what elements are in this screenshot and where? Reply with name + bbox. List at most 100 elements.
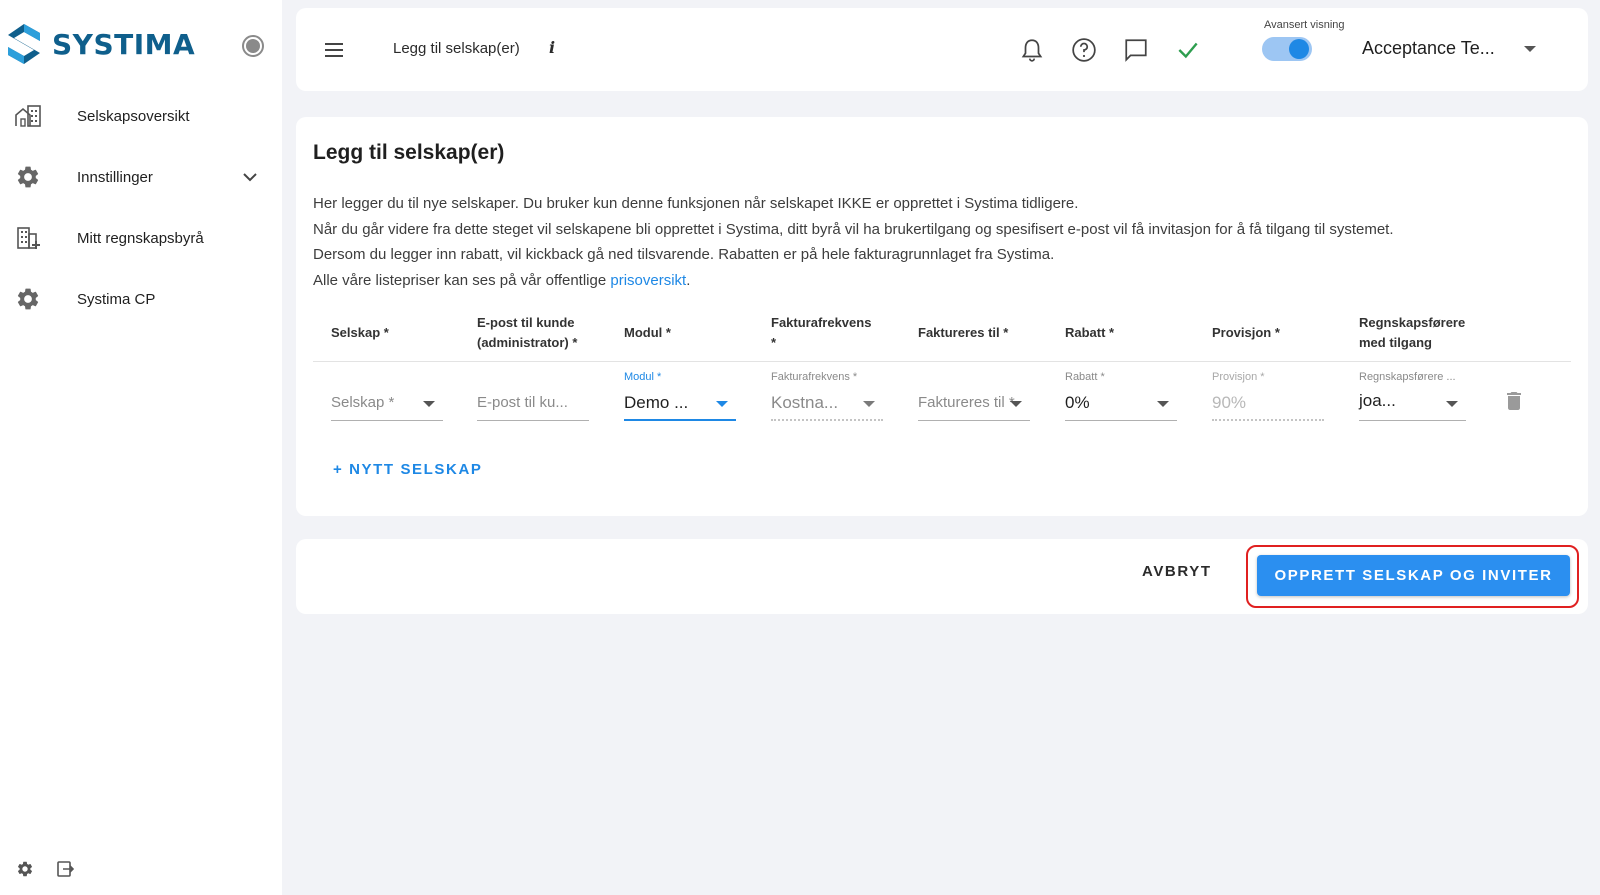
field-label: Modul * xyxy=(624,371,662,383)
field-value: Demo ... xyxy=(624,393,689,412)
selskap-select[interactable]: Selskap * xyxy=(331,371,443,421)
column-header-text: Selskap * xyxy=(331,325,389,340)
caret-down-icon xyxy=(1010,401,1022,407)
settings-icon[interactable] xyxy=(16,860,34,883)
gear-icon xyxy=(14,285,42,313)
column-header-text: Fakturafrekvens xyxy=(771,315,872,330)
logout-icon[interactable] xyxy=(56,860,75,883)
office-add-icon xyxy=(14,224,42,252)
column-header-modul: Modul * xyxy=(624,323,671,343)
card-title: Legg til selskap(er) xyxy=(313,141,505,164)
caret-down-icon xyxy=(423,401,435,407)
column-header-rabatt: Rabatt * xyxy=(1065,323,1114,343)
sidebar-item-label: Systima CP xyxy=(77,290,156,308)
toggle-knob xyxy=(1289,39,1309,59)
sidebar-item-innstillinger[interactable]: Innstillinger xyxy=(0,153,282,201)
field-label: Fakturafrekvens * xyxy=(771,371,858,383)
column-header-text: E-post til kunde xyxy=(477,315,575,330)
brand-logo[interactable]: SYSTIMA xyxy=(6,22,195,66)
chevron-down-icon[interactable] xyxy=(240,167,260,187)
info-icon[interactable]: i xyxy=(549,38,555,57)
account-selector[interactable]: Acceptance Te... xyxy=(1362,38,1495,59)
field-value: 90% xyxy=(1212,393,1247,412)
description-text: . xyxy=(686,271,691,289)
sidebar-pin-button[interactable] xyxy=(242,35,264,57)
description-line: Alle våre listepriser kan ses på vår off… xyxy=(313,268,1563,294)
regnskapsforere-select[interactable]: Regnskapsførere ... joa... xyxy=(1359,371,1466,421)
field-placeholder: E-post til ku... xyxy=(477,394,568,411)
fakturafrekvens-select[interactable]: Fakturafrekvens * Kostna... xyxy=(771,371,883,421)
sidebar-item-label: Mitt regnskapsbyrå xyxy=(77,229,204,247)
field-value: Kostna... xyxy=(771,393,839,412)
field-underline xyxy=(918,420,1030,421)
field-underline xyxy=(477,420,589,421)
column-header-text: (administrator) * xyxy=(477,335,578,350)
field-placeholder: Selskap * xyxy=(331,394,395,411)
provisjon-field: Provisjon * 90% xyxy=(1212,371,1324,421)
field-label: Provisjon * xyxy=(1212,371,1265,383)
create-and-invite-button[interactable]: OPPRETT SELSKAP OG INVITER xyxy=(1257,555,1570,596)
email-field[interactable]: E-post til ku... xyxy=(477,371,589,421)
field-underline xyxy=(1359,420,1466,421)
add-company-button[interactable]: + NYTT SELSKAP xyxy=(333,461,483,478)
gear-icon xyxy=(14,163,42,191)
check-icon[interactable] xyxy=(1174,36,1202,64)
column-header-provisjon: Provisjon * xyxy=(1212,323,1280,343)
faktureres-til-select[interactable]: Faktureres til * xyxy=(918,371,1030,421)
field-label: Regnskapsførere ... xyxy=(1359,371,1456,383)
page-title: Legg til selskap(er) xyxy=(393,40,520,57)
trash-icon[interactable] xyxy=(1502,389,1526,413)
sidebar: SYSTIMA Selskapsoversikt Innstillinger M… xyxy=(0,0,282,895)
bell-icon[interactable] xyxy=(1018,36,1046,64)
field-underline xyxy=(771,419,883,421)
toggle-label: Avansert visning xyxy=(1264,19,1345,31)
sidebar-footer xyxy=(16,860,75,883)
description-line: Her legger du til nye selskaper. Du bruk… xyxy=(313,195,1079,212)
radio-dot-icon xyxy=(246,39,260,53)
field-underline xyxy=(1212,419,1324,421)
column-header-text: Rabatt * xyxy=(1065,325,1115,340)
systima-logo-icon xyxy=(8,24,40,64)
caret-down-icon xyxy=(1446,401,1458,407)
field-underline xyxy=(624,419,736,421)
caret-down-icon xyxy=(1157,401,1169,407)
field-label: Rabatt * xyxy=(1065,371,1105,383)
menu-icon[interactable] xyxy=(322,38,346,62)
building-icon xyxy=(14,102,42,130)
caret-down-icon xyxy=(863,401,875,407)
topbar: Legg til selskap(er) i Avansert visning … xyxy=(296,8,1588,91)
sidebar-item-systima-cp[interactable]: Systima CP xyxy=(0,275,282,323)
field-value: 0% xyxy=(1065,393,1090,412)
description-line: Når du går videre fra dette steget vil s… xyxy=(313,220,1394,238)
description-line: Dersom du legger inn rabatt, vil kickbac… xyxy=(313,246,1055,263)
chat-icon[interactable] xyxy=(1122,36,1150,64)
column-header-fakturafrekvens: Fakturafrekvens * xyxy=(771,313,871,353)
price-overview-link[interactable]: prisoversikt xyxy=(610,272,686,289)
column-header-selskap: Selskap * xyxy=(331,323,389,343)
column-header-text: * xyxy=(771,335,777,350)
field-value: joa... xyxy=(1359,391,1396,410)
add-company-card: Legg til selskap(er) Her legger du til n… xyxy=(296,117,1588,516)
action-bar: AVBRYT OPPRETT SELSKAP OG INVITER xyxy=(296,539,1588,614)
field-underline xyxy=(1065,420,1177,421)
brand-name: SYSTIMA xyxy=(52,27,196,61)
column-header-regnskapsforere: Regnskapsførere med tilgang xyxy=(1359,313,1465,353)
help-icon[interactable] xyxy=(1070,36,1098,64)
sidebar-item-label: Selskapsoversikt xyxy=(77,107,190,125)
modul-select[interactable]: Modul * Demo ... xyxy=(624,371,736,421)
sidebar-item-selskapsoversikt[interactable]: Selskapsoversikt xyxy=(0,92,282,140)
column-header-epost: E-post til kunde (administrator) * xyxy=(477,313,577,353)
column-header-text: Modul * xyxy=(624,325,671,340)
cancel-button[interactable]: AVBRYT xyxy=(1142,563,1212,580)
column-header-text: Provisjon * xyxy=(1212,325,1280,340)
description-text: Alle våre listepriser kan ses på vår off… xyxy=(313,271,611,289)
column-header-text: med tilgang xyxy=(1359,335,1432,350)
rabatt-select[interactable]: Rabatt * 0% xyxy=(1065,371,1177,421)
advanced-view-toggle[interactable] xyxy=(1262,37,1312,61)
sidebar-item-label: Innstillinger xyxy=(77,168,153,186)
field-underline xyxy=(331,420,443,421)
sidebar-item-mitt-regnskapsbyra[interactable]: Mitt regnskapsbyrå xyxy=(0,214,282,262)
caret-down-icon xyxy=(716,401,728,407)
description: Her legger du til nye selskaper. Du bruk… xyxy=(313,191,1563,293)
caret-down-icon[interactable] xyxy=(1524,46,1536,52)
